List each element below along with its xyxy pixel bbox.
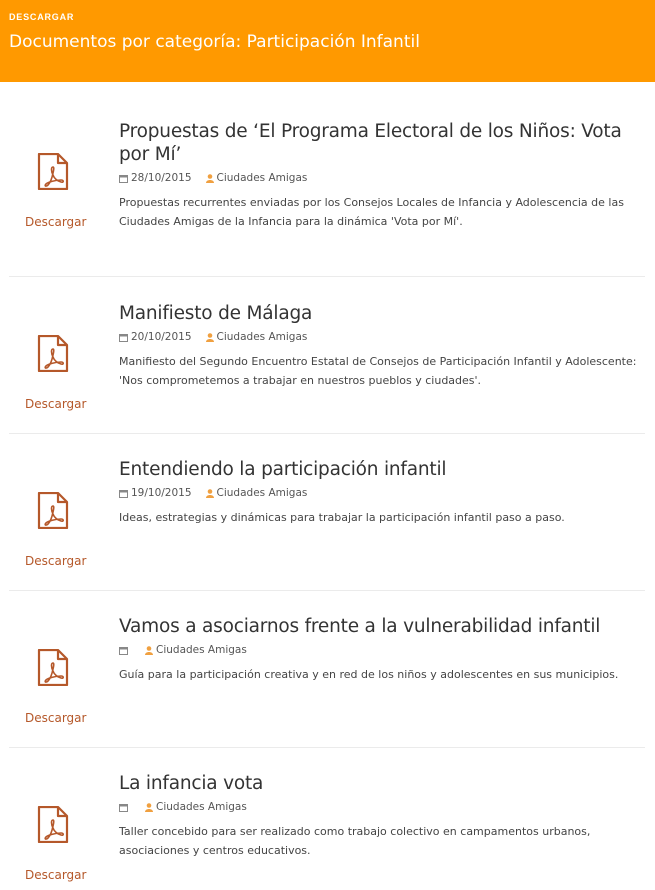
document-author: Ciudades Amigas bbox=[216, 172, 308, 184]
user-icon bbox=[205, 332, 214, 342]
header-eyebrow: DESCARGAR bbox=[9, 12, 75, 22]
calendar-icon bbox=[119, 174, 128, 183]
user-icon bbox=[205, 173, 214, 183]
document-item: Descargar La infancia vota Ciudades Amig… bbox=[9, 748, 645, 890]
download-link[interactable]: Descargar bbox=[25, 397, 86, 411]
document-item: Descargar Vamos a asociarnos frente a la… bbox=[9, 591, 645, 748]
calendar-icon bbox=[119, 646, 128, 655]
document-description: Ideas, estrategias y dinámicas para trab… bbox=[119, 511, 565, 524]
document-body: La infancia vota Ciudades Amigas Taller … bbox=[119, 772, 645, 890]
document-body: Vamos a asociarnos frente a la vulnerabi… bbox=[119, 615, 645, 747]
document-left: Descargar bbox=[9, 615, 119, 747]
document-date: 28/10/2015 bbox=[131, 172, 192, 184]
calendar-icon bbox=[119, 489, 128, 498]
pdf-icon[interactable] bbox=[37, 806, 69, 843]
user-icon bbox=[205, 488, 214, 498]
document-meta: Ciudades Amigas bbox=[119, 643, 641, 657]
document-description: Propuestas recurrentes enviadas por los … bbox=[119, 196, 624, 228]
document-body: Entendiendo la participación infantil 19… bbox=[119, 458, 645, 590]
document-date: 19/10/2015 bbox=[131, 487, 192, 499]
user-icon bbox=[145, 645, 153, 655]
document-item: Descargar Propuestas de ‘El Programa Ele… bbox=[9, 104, 645, 277]
document-meta: 28/10/2015 Ciudades Amigas bbox=[119, 171, 641, 185]
pdf-icon[interactable] bbox=[37, 335, 69, 372]
download-link[interactable]: Descargar bbox=[25, 868, 86, 882]
document-title[interactable]: Vamos a asociarnos frente a la vulnerabi… bbox=[119, 615, 641, 638]
document-meta: 19/10/2015 Ciudades Amigas bbox=[119, 486, 641, 500]
document-description: Guía para la participación creativa y en… bbox=[119, 668, 619, 681]
document-title[interactable]: Manifiesto de Málaga bbox=[119, 302, 641, 325]
pdf-icon[interactable] bbox=[37, 492, 69, 529]
document-date: 20/10/2015 bbox=[131, 331, 192, 343]
document-meta: 20/10/2015 Ciudades Amigas bbox=[119, 330, 641, 344]
document-item: Descargar Manifiesto de Málaga 20/10/201… bbox=[9, 277, 645, 434]
document-description: Taller concebido para ser realizado como… bbox=[119, 825, 591, 857]
document-author: Ciudades Amigas bbox=[156, 644, 247, 656]
document-meta: Ciudades Amigas bbox=[119, 800, 641, 814]
document-author: Ciudades Amigas bbox=[216, 331, 308, 343]
document-author: Ciudades Amigas bbox=[156, 801, 247, 813]
page-title: Documentos por categoría: Participación … bbox=[9, 32, 420, 52]
download-link[interactable]: Descargar bbox=[25, 711, 86, 725]
pdf-icon[interactable] bbox=[37, 153, 69, 190]
page-header: DESCARGAR Documentos por categoría: Part… bbox=[0, 0, 655, 82]
document-left: Descargar bbox=[9, 120, 119, 276]
download-link[interactable]: Descargar bbox=[25, 215, 86, 229]
document-item: Descargar Entendiendo la participación i… bbox=[9, 434, 645, 591]
document-body: Manifiesto de Málaga 20/10/2015 Ciudades… bbox=[119, 302, 645, 433]
pdf-icon[interactable] bbox=[37, 649, 69, 686]
document-title[interactable]: La infancia vota bbox=[119, 772, 641, 795]
document-author: Ciudades Amigas bbox=[216, 487, 308, 499]
calendar-icon bbox=[119, 333, 128, 342]
user-icon bbox=[145, 802, 153, 812]
document-title[interactable]: Propuestas de ‘El Programa Electoral de … bbox=[119, 120, 641, 166]
document-title[interactable]: Entendiendo la participación infantil bbox=[119, 458, 641, 481]
document-left: Descargar bbox=[9, 458, 119, 590]
document-list: Descargar Propuestas de ‘El Programa Ele… bbox=[0, 104, 655, 890]
document-left: Descargar bbox=[9, 772, 119, 890]
download-link[interactable]: Descargar bbox=[25, 554, 86, 568]
calendar-icon bbox=[119, 803, 128, 812]
document-left: Descargar bbox=[9, 302, 119, 433]
document-description: Manifiesto del Segundo Encuentro Estatal… bbox=[119, 355, 637, 387]
document-body: Propuestas de ‘El Programa Electoral de … bbox=[119, 120, 645, 276]
